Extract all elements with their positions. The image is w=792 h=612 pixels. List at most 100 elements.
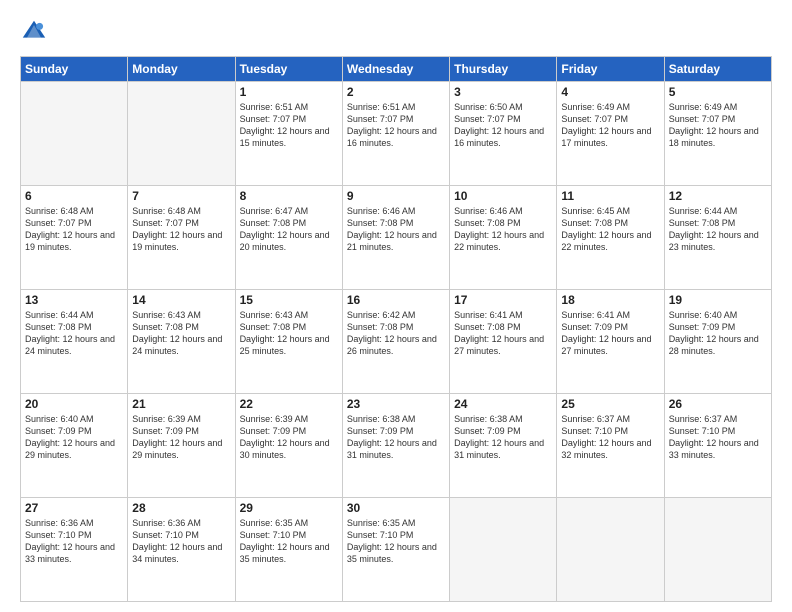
page: SundayMondayTuesdayWednesdayThursdayFrid… [0, 0, 792, 612]
day-number: 10 [454, 189, 552, 203]
day-number: 11 [561, 189, 659, 203]
day-number: 15 [240, 293, 338, 307]
day-info: Sunrise: 6:38 AMSunset: 7:09 PMDaylight:… [454, 413, 552, 462]
week-row-0: 1 Sunrise: 6:51 AMSunset: 7:07 PMDaylight… [21, 82, 772, 186]
day-number: 5 [669, 85, 767, 99]
calendar-cell: 29 Sunrise: 6:35 AMSunset: 7:10 PMDayligh… [235, 498, 342, 602]
day-number: 7 [132, 189, 230, 203]
day-info: Sunrise: 6:50 AMSunset: 7:07 PMDaylight:… [454, 101, 552, 150]
week-row-3: 20 Sunrise: 6:40 AMSunset: 7:09 PMDayligh… [21, 394, 772, 498]
calendar-cell: 23 Sunrise: 6:38 AMSunset: 7:09 PMDayligh… [342, 394, 449, 498]
calendar-cell: 3 Sunrise: 6:50 AMSunset: 7:07 PMDaylight… [450, 82, 557, 186]
day-info: Sunrise: 6:45 AMSunset: 7:08 PMDaylight:… [561, 205, 659, 254]
day-number: 27 [25, 501, 123, 515]
calendar-cell: 20 Sunrise: 6:40 AMSunset: 7:09 PMDayligh… [21, 394, 128, 498]
day-info: Sunrise: 6:40 AMSunset: 7:09 PMDaylight:… [669, 309, 767, 358]
calendar-cell: 30 Sunrise: 6:35 AMSunset: 7:10 PMDayligh… [342, 498, 449, 602]
day-info: Sunrise: 6:36 AMSunset: 7:10 PMDaylight:… [132, 517, 230, 566]
day-info: Sunrise: 6:43 AMSunset: 7:08 PMDaylight:… [132, 309, 230, 358]
day-number: 17 [454, 293, 552, 307]
week-row-4: 27 Sunrise: 6:36 AMSunset: 7:10 PMDayligh… [21, 498, 772, 602]
day-number: 3 [454, 85, 552, 99]
weekday-header-friday: Friday [557, 57, 664, 82]
calendar-cell: 21 Sunrise: 6:39 AMSunset: 7:09 PMDayligh… [128, 394, 235, 498]
calendar-cell: 2Sunrise: 6:51 AMSunset: 7:07 PMDaylight… [342, 82, 449, 186]
calendar-cell: 25 Sunrise: 6:37 AMSunset: 7:10 PMDayligh… [557, 394, 664, 498]
day-info: Sunrise: 6:35 AMSunset: 7:10 PMDaylight:… [240, 517, 338, 566]
week-row-1: 6 Sunrise: 6:48 AMSunset: 7:07 PMDaylight… [21, 186, 772, 290]
day-number: 1 [240, 85, 338, 99]
calendar-cell: 17 Sunrise: 6:41 AMSunset: 7:08 PMDayligh… [450, 290, 557, 394]
day-number: 8 [240, 189, 338, 203]
day-number: 21 [132, 397, 230, 411]
calendar-cell: 5 Sunrise: 6:49 AMSunset: 7:07 PMDaylight… [664, 82, 771, 186]
calendar-cell: 7 Sunrise: 6:48 AMSunset: 7:07 PMDaylight… [128, 186, 235, 290]
calendar-cell: 22 Sunrise: 6:39 AMSunset: 7:09 PMDayligh… [235, 394, 342, 498]
day-info: Sunrise: 6:41 AMSunset: 7:08 PMDaylight:… [454, 309, 552, 358]
day-number: 18 [561, 293, 659, 307]
day-number: 28 [132, 501, 230, 515]
calendar-cell: 1 Sunrise: 6:51 AMSunset: 7:07 PMDaylight… [235, 82, 342, 186]
day-info: Sunrise: 6:49 AMSunset: 7:07 PMDaylight:… [561, 101, 659, 150]
calendar-cell [21, 82, 128, 186]
day-number: 22 [240, 397, 338, 411]
day-number: 2 [347, 85, 445, 99]
weekday-header-row: SundayMondayTuesdayWednesdayThursdayFrid… [21, 57, 772, 82]
day-info: Sunrise: 6:49 AMSunset: 7:07 PMDaylight:… [669, 101, 767, 150]
calendar-cell: 12 Sunrise: 6:44 AMSunset: 7:08 PMDayligh… [664, 186, 771, 290]
calendar-cell: 14 Sunrise: 6:43 AMSunset: 7:08 PMDayligh… [128, 290, 235, 394]
calendar-cell: 18 Sunrise: 6:41 AMSunset: 7:09 PMDayligh… [557, 290, 664, 394]
calendar-cell: 16 Sunrise: 6:42 AMSunset: 7:08 PMDayligh… [342, 290, 449, 394]
day-info: Sunrise: 6:46 AMSunset: 7:08 PMDaylight:… [347, 205, 445, 254]
day-number: 30 [347, 501, 445, 515]
calendar-cell [557, 498, 664, 602]
weekday-header-wednesday: Wednesday [342, 57, 449, 82]
day-info: Sunrise: 6:35 AMSunset: 7:10 PMDaylight:… [347, 517, 445, 566]
day-info: Sunrise: 6:37 AMSunset: 7:10 PMDaylight:… [669, 413, 767, 462]
logo-icon [20, 18, 48, 46]
calendar-cell: 28 Sunrise: 6:36 AMSunset: 7:10 PMDayligh… [128, 498, 235, 602]
day-info: Sunrise: 6:48 AMSunset: 7:07 PMDaylight:… [132, 205, 230, 254]
day-info: Sunrise: 6:46 AMSunset: 7:08 PMDaylight:… [454, 205, 552, 254]
day-number: 19 [669, 293, 767, 307]
calendar-cell: 11 Sunrise: 6:45 AMSunset: 7:08 PMDayligh… [557, 186, 664, 290]
calendar: SundayMondayTuesdayWednesdayThursdayFrid… [20, 56, 772, 602]
calendar-cell: 27 Sunrise: 6:36 AMSunset: 7:10 PMDayligh… [21, 498, 128, 602]
calendar-cell: 26Sunrise: 6:37 AMSunset: 7:10 PMDayligh… [664, 394, 771, 498]
day-number: 6 [25, 189, 123, 203]
calendar-cell: 4Sunrise: 6:49 AMSunset: 7:07 PMDaylight… [557, 82, 664, 186]
calendar-cell: 9Sunrise: 6:46 AMSunset: 7:08 PMDaylight… [342, 186, 449, 290]
day-number: 20 [25, 397, 123, 411]
day-info: Sunrise: 6:36 AMSunset: 7:10 PMDaylight:… [25, 517, 123, 566]
day-number: 24 [454, 397, 552, 411]
day-number: 25 [561, 397, 659, 411]
calendar-cell: 13Sunrise: 6:44 AMSunset: 7:08 PMDayligh… [21, 290, 128, 394]
day-info: Sunrise: 6:43 AMSunset: 7:08 PMDaylight:… [240, 309, 338, 358]
day-info: Sunrise: 6:37 AMSunset: 7:10 PMDaylight:… [561, 413, 659, 462]
day-info: Sunrise: 6:39 AMSunset: 7:09 PMDaylight:… [132, 413, 230, 462]
logo [20, 18, 52, 46]
day-info: Sunrise: 6:41 AMSunset: 7:09 PMDaylight:… [561, 309, 659, 358]
day-number: 29 [240, 501, 338, 515]
day-number: 13 [25, 293, 123, 307]
calendar-cell: 24 Sunrise: 6:38 AMSunset: 7:09 PMDayligh… [450, 394, 557, 498]
calendar-cell: 10 Sunrise: 6:46 AMSunset: 7:08 PMDayligh… [450, 186, 557, 290]
calendar-cell: 8Sunrise: 6:47 AMSunset: 7:08 PMDaylight… [235, 186, 342, 290]
day-number: 16 [347, 293, 445, 307]
day-info: Sunrise: 6:44 AMSunset: 7:08 PMDaylight:… [669, 205, 767, 254]
day-number: 12 [669, 189, 767, 203]
day-info: Sunrise: 6:42 AMSunset: 7:08 PMDaylight:… [347, 309, 445, 358]
calendar-cell: 6 Sunrise: 6:48 AMSunset: 7:07 PMDaylight… [21, 186, 128, 290]
day-info: Sunrise: 6:51 AMSunset: 7:07 PMDaylight:… [240, 101, 338, 150]
weekday-header-saturday: Saturday [664, 57, 771, 82]
calendar-cell [664, 498, 771, 602]
weekday-header-tuesday: Tuesday [235, 57, 342, 82]
day-info: Sunrise: 6:48 AMSunset: 7:07 PMDaylight:… [25, 205, 123, 254]
day-info: Sunrise: 6:38 AMSunset: 7:09 PMDaylight:… [347, 413, 445, 462]
day-number: 23 [347, 397, 445, 411]
day-info: Sunrise: 6:39 AMSunset: 7:09 PMDaylight:… [240, 413, 338, 462]
weekday-header-thursday: Thursday [450, 57, 557, 82]
day-number: 14 [132, 293, 230, 307]
calendar-cell [128, 82, 235, 186]
day-info: Sunrise: 6:40 AMSunset: 7:09 PMDaylight:… [25, 413, 123, 462]
